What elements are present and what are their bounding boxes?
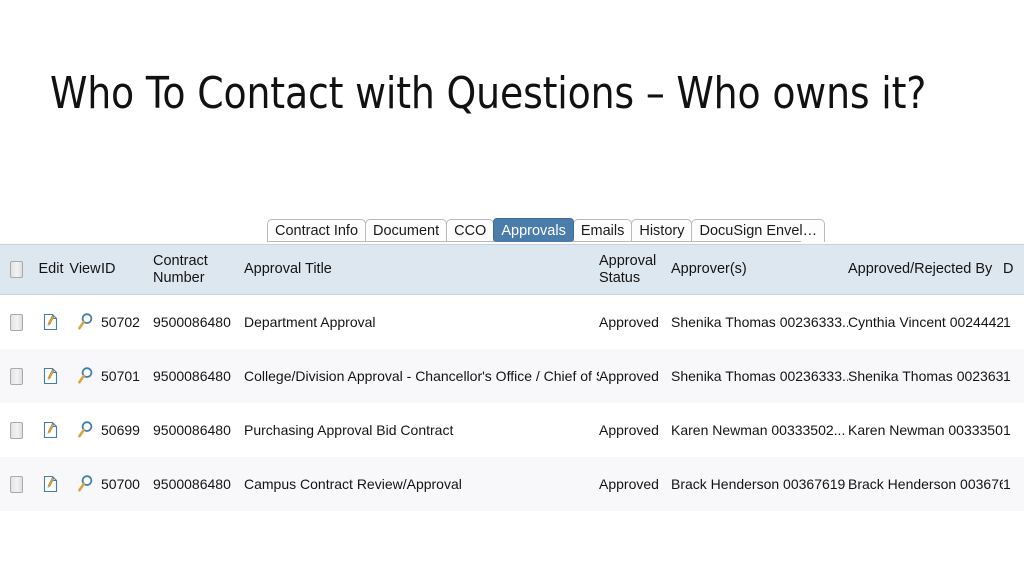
edit-document-pencil-icon[interactable] [40,419,62,441]
column-header-contract-number[interactable]: Contract Number [153,253,244,287]
cell-contract-number: 9500086480 [153,422,231,438]
row-select-cell[interactable] [0,475,33,493]
cell-id: 50700 [101,476,140,492]
magnifier-icon[interactable] [74,311,96,333]
tab-emails[interactable]: Emails [572,219,633,242]
tab-cco[interactable]: CCO [446,219,495,242]
row-select-cell[interactable] [0,421,33,439]
checkbox-icon[interactable] [10,261,23,278]
column-header-approval-title[interactable]: Approval Title [244,261,599,278]
cell-approvers: Brack Henderson 00367619 [671,476,846,492]
cell-id: 50701 [101,368,140,384]
edit-document-pencil-icon[interactable] [40,311,62,333]
column-header-contract-number-line2: Number [153,269,205,286]
row-select-cell[interactable] [0,367,33,385]
page-title: Who To Contact with Questions – Who owns… [50,68,927,119]
tab-document[interactable]: Document [365,219,448,242]
tab-contract-info[interactable]: Contract Info [267,219,367,242]
view-button[interactable] [69,473,101,495]
cell-contract-number: 9500086480 [153,314,231,330]
cell-id: 50699 [101,422,140,438]
table-row[interactable]: 50700 9500086480 Campus Contract Review/… [0,457,1024,511]
select-all-cell[interactable] [0,261,33,278]
column-header-approval-status[interactable]: Approval Status [599,253,671,287]
column-header-approval-status-line1: Approval [599,252,657,269]
table-row[interactable]: 50702 9500086480 Department Approval App… [0,295,1024,349]
cell-approval-status: Approved [599,368,659,384]
cell-approvers: Karen Newman 00333502... [671,422,846,438]
cell-date-clipped: 1 [1003,314,1011,330]
view-button[interactable] [69,365,101,387]
magnifier-icon[interactable] [74,473,96,495]
cell-approvers: Shenika Thomas 00236333... [671,368,848,384]
checkbox-icon[interactable] [10,313,23,331]
column-header-id[interactable]: ID [101,261,153,278]
column-header-contract-number-line1: Contract [153,252,208,269]
checkbox-icon[interactable] [10,421,23,439]
cell-date-clipped: 1 [1003,368,1011,384]
cell-date-clipped: 1 [1003,422,1011,438]
edit-button[interactable] [33,311,69,333]
edit-button[interactable] [33,473,69,495]
checkbox-icon[interactable] [10,367,23,385]
tab-docusign-envelope[interactable]: DocuSign Envel… [691,219,826,242]
magnifier-icon[interactable] [74,365,96,387]
tab-approvals[interactable]: Approvals [493,218,574,242]
cell-approval-status: Approved [599,314,659,330]
cell-approval-title: College/Division Approval - Chancellor's… [244,368,599,384]
table-row[interactable]: 50699 9500086480 Purchasing Approval Bid… [0,403,1024,457]
column-header-approval-status-line2: Status [599,269,641,286]
magnifier-icon[interactable] [74,419,96,441]
tab-history[interactable]: History [631,219,693,242]
cell-approved-rejected-by: Brack Henderson 00367619 [848,476,1003,492]
cell-approval-title: Purchasing Approval Bid Contract [244,422,454,438]
cell-approved-rejected-by: Karen Newman 00333502 [848,422,1003,438]
column-header-approvers[interactable]: Approver(s) [671,261,848,278]
column-header-date-clipped[interactable]: D [1003,261,1024,278]
contract-approvals-screenshot: Contract Info Document CCO Approvals Ema… [0,214,1024,524]
cell-approval-title: Department Approval [244,314,376,330]
approvals-grid: Edit View ID Contract Number Approval Ti… [0,244,1024,511]
row-select-cell[interactable] [0,313,33,331]
cell-approvers: Shenika Thomas 00236333... [671,314,848,330]
checkbox-icon[interactable] [10,475,23,493]
cell-approved-rejected-by: Shenika Thomas 00236333 [848,368,1003,384]
cell-id: 50702 [101,314,140,330]
view-button[interactable] [69,311,101,333]
grid-header-row: Edit View ID Contract Number Approval Ti… [0,244,1024,295]
cell-contract-number: 9500086480 [153,368,231,384]
column-header-edit[interactable]: Edit [33,261,69,278]
cell-approval-status: Approved [599,422,659,438]
edit-button[interactable] [33,365,69,387]
column-header-view[interactable]: View [69,261,101,278]
tab-bar: Contract Info Document CCO Approvals Ema… [267,214,826,242]
cell-approval-status: Approved [599,476,659,492]
cell-date-clipped: 1 [1003,476,1011,492]
cell-approved-rejected-by: Cynthia Vincent 00244420 [848,314,1003,330]
cell-approval-title: Campus Contract Review/Approval [244,476,462,492]
column-header-approved-rejected-by[interactable]: Approved/Rejected By [848,261,1003,278]
edit-document-pencil-icon[interactable] [40,473,62,495]
edit-button[interactable] [33,419,69,441]
table-row[interactable]: 50701 9500086480 College/Division Approv… [0,349,1024,403]
edit-document-pencil-icon[interactable] [40,365,62,387]
cell-contract-number: 9500086480 [153,476,231,492]
view-button[interactable] [69,419,101,441]
